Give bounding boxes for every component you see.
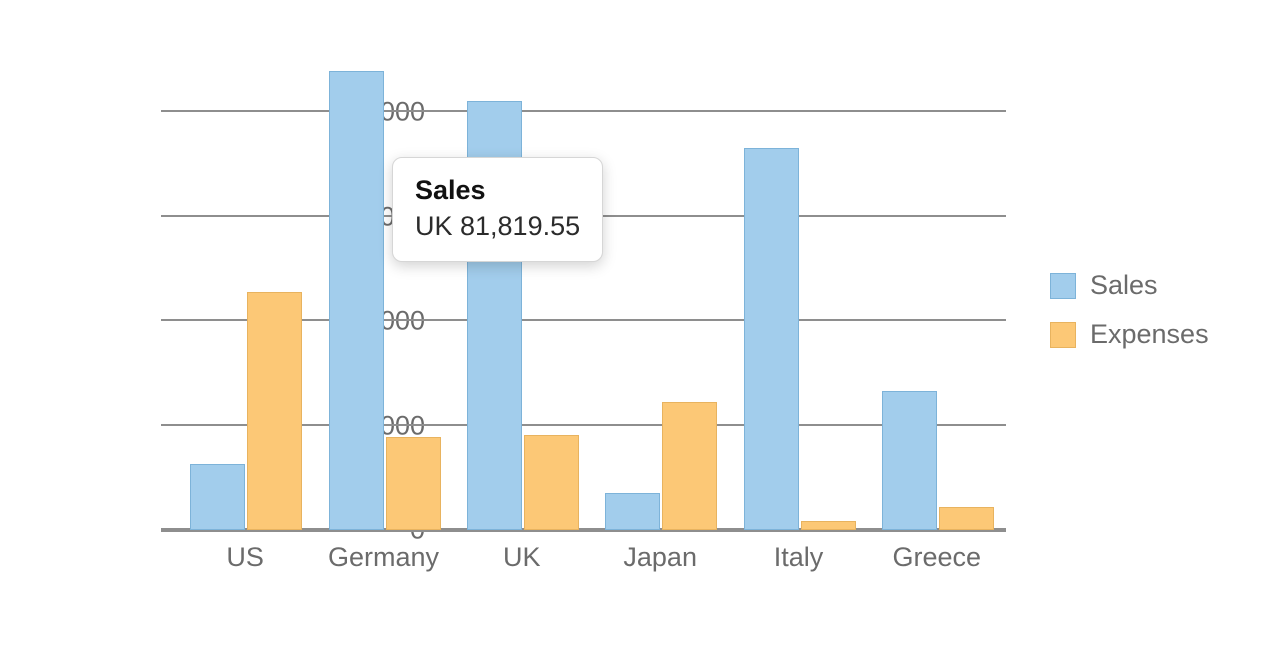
- bar-sales-germany[interactable]: [329, 71, 384, 530]
- x-tick-label: Germany: [328, 542, 439, 573]
- bar-chart: 0 20,000 40,000 60,000 80,000 US Germany…: [0, 0, 1287, 660]
- bar-expenses-germany[interactable]: [386, 437, 441, 530]
- tooltip-body: UK 81,819.55: [415, 208, 580, 244]
- bar-expenses-us[interactable]: [247, 292, 302, 530]
- bar-expenses-uk[interactable]: [524, 435, 579, 531]
- legend-swatch-expenses: [1050, 322, 1076, 348]
- bar-expenses-italy[interactable]: [801, 521, 856, 530]
- bar-sales-us[interactable]: [190, 464, 245, 530]
- tooltip-title: Sales: [415, 172, 580, 208]
- bar-sales-greece[interactable]: [882, 391, 937, 530]
- bar-sales-japan[interactable]: [605, 493, 660, 531]
- x-tick-label: UK: [503, 542, 541, 573]
- bar-expenses-greece[interactable]: [939, 507, 994, 530]
- plot-area: US Germany UK Japan Italy Greece: [176, 60, 1006, 530]
- legend-swatch-sales: [1050, 273, 1076, 299]
- tooltip: Sales UK 81,819.55: [392, 157, 603, 262]
- gridline: [161, 110, 1006, 112]
- x-tick-label: Japan: [623, 542, 697, 573]
- legend-item-expenses[interactable]: Expenses: [1050, 319, 1209, 350]
- x-tick-label: Italy: [774, 542, 824, 573]
- x-tick-label: Greece: [893, 542, 982, 573]
- bar-expenses-japan[interactable]: [662, 402, 717, 530]
- bar-sales-italy[interactable]: [744, 148, 799, 530]
- legend: Sales Expenses: [1050, 270, 1209, 368]
- x-tick-label: US: [226, 542, 264, 573]
- legend-label: Sales: [1090, 270, 1158, 301]
- legend-item-sales[interactable]: Sales: [1050, 270, 1209, 301]
- legend-label: Expenses: [1090, 319, 1209, 350]
